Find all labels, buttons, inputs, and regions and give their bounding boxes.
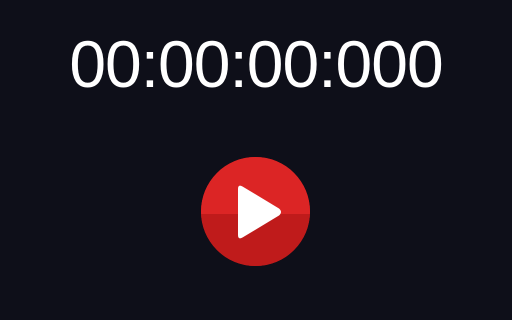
stopwatch-app: 00:00:00:000: [0, 0, 512, 320]
timer-display: 00:00:00:000: [69, 27, 443, 101]
play-button[interactable]: [201, 157, 310, 266]
play-icon: [238, 185, 281, 239]
